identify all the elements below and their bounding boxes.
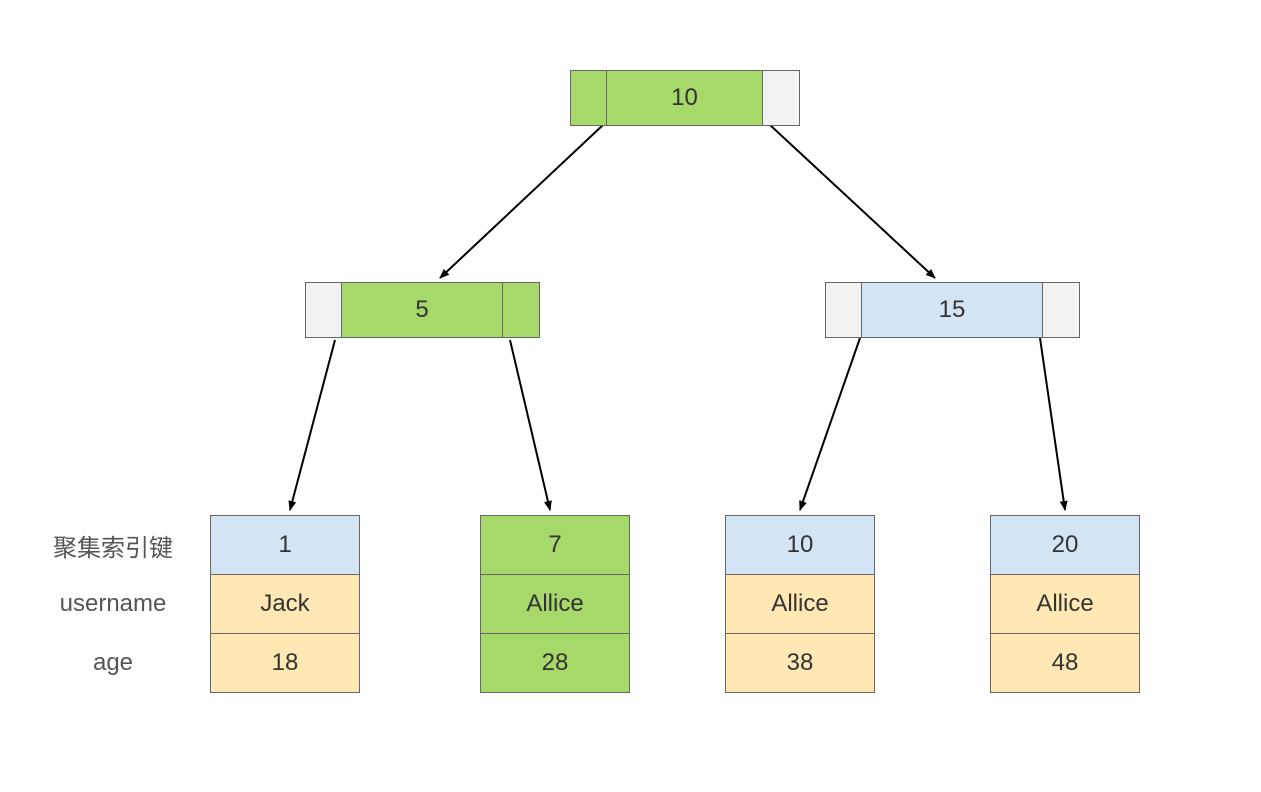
mid-left-key: 5: [342, 283, 503, 337]
tree-mid-left-node: 5: [305, 282, 540, 338]
leaf-0-username: Jack: [210, 574, 360, 634]
leaf-node-3: 20 Allice 48: [990, 515, 1140, 693]
mid-right-key: 15: [862, 283, 1043, 337]
leaf-1-username: Allice: [480, 574, 630, 634]
leaf-2-age: 38: [725, 633, 875, 693]
leaf-node-2: 10 Allice 38: [725, 515, 875, 693]
leaf-3-key: 20: [990, 515, 1140, 575]
label-username: username: [28, 574, 198, 634]
leaf-2-key: 10: [725, 515, 875, 575]
mid-right-left-slot: [826, 283, 862, 337]
leaf-node-1: 7 Allice 28: [480, 515, 630, 693]
tree-mid-right-node: 15: [825, 282, 1080, 338]
mid-right-right-slot: [1043, 283, 1079, 337]
leaf-node-0: 1 Jack 18: [210, 515, 360, 693]
leaf-1-key: 7: [480, 515, 630, 575]
root-right-slot: [763, 71, 799, 125]
leaf-3-username: Allice: [990, 574, 1140, 634]
leaf-0-key: 1: [210, 515, 360, 575]
row-labels: 聚集索引键 username age: [28, 515, 198, 693]
leaf-2-username: Allice: [725, 574, 875, 634]
leaf-1-age: 28: [480, 633, 630, 693]
tree-root-node: 10: [570, 70, 800, 126]
root-left-slot: [571, 71, 607, 125]
mid-left-right-slot: [503, 283, 539, 337]
mid-left-left-slot: [306, 283, 342, 337]
label-index-key: 聚集索引键: [28, 515, 198, 575]
root-key: 10: [607, 71, 763, 125]
leaf-0-age: 18: [210, 633, 360, 693]
label-age: age: [28, 633, 198, 693]
leaf-3-age: 48: [990, 633, 1140, 693]
